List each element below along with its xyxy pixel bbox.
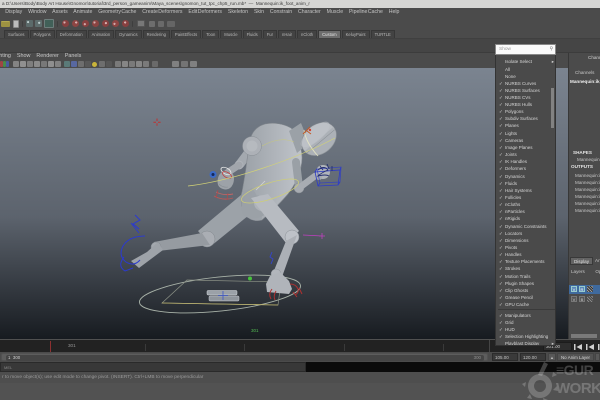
svg-text:301: 301 [251,328,259,333]
svg-text:≡GUR: ≡GUR [556,362,594,378]
svg-text:WORK: WORK [556,380,600,397]
